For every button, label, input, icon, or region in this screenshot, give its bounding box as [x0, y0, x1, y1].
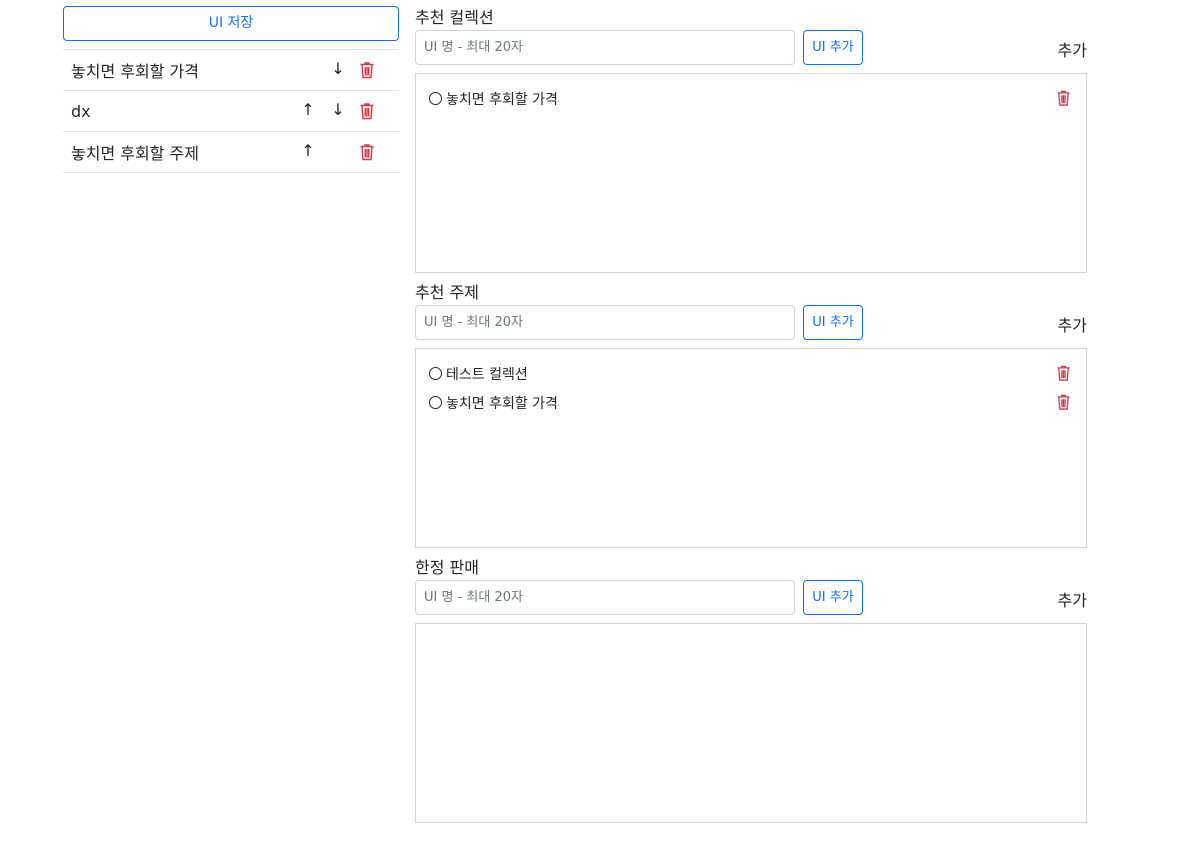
radio-button[interactable]	[429, 396, 442, 409]
section-title: 추천 컬렉션	[415, 8, 494, 27]
ui-list: 놓치면 후회할 가격 ↓ dx ↑ ↓ 놓치면 후회할 주제 ↑	[63, 49, 399, 173]
trash-icon[interactable]	[1056, 393, 1071, 411]
trash-icon[interactable]	[1056, 89, 1071, 107]
add-ui-button[interactable]: UI 추가	[803, 580, 863, 615]
trash-icon[interactable]	[359, 61, 375, 79]
arrow-down-icon[interactable]: ↓	[330, 59, 346, 78]
ui-list-item-label: 놓치면 후회할 주제	[71, 144, 199, 163]
ui-list-item-label: 놓치면 후회할 가격	[71, 62, 199, 81]
ui-list-item: 놓치면 후회할 가격 ↓	[63, 50, 399, 91]
ui-name-input[interactable]	[415, 30, 795, 65]
list-item: 놓치면 후회할 가격	[416, 388, 1086, 417]
arrow-up-icon[interactable]: ↑	[300, 100, 316, 119]
ui-order-panel: UI 저장 놓치면 후회할 가격 ↓ dx ↑ ↓ 놓치면 후회할 주제 ↑	[63, 6, 399, 173]
add-ui-button[interactable]: UI 추가	[803, 30, 863, 65]
ui-name-input[interactable]	[415, 580, 795, 615]
add-button[interactable]: 추가	[1058, 37, 1087, 61]
ui-name-input[interactable]	[415, 305, 795, 340]
trash-icon[interactable]	[359, 102, 375, 120]
arrow-down-icon[interactable]: ↓	[330, 100, 346, 119]
radio-button[interactable]	[429, 92, 442, 105]
trash-icon[interactable]	[1056, 364, 1071, 382]
ui-list-item: 놓치면 후회할 주제 ↑	[63, 132, 399, 173]
input-row: UI 추가 추가	[415, 580, 1087, 615]
list-item-label: 테스트 컬렉션	[446, 366, 528, 383]
radio-button[interactable]	[429, 367, 442, 380]
section-title: 한정 판매	[415, 558, 479, 577]
item-list-box: 놓치면 후회할 가격	[415, 73, 1087, 273]
list-item-label: 놓치면 후회할 가격	[446, 395, 558, 412]
list-item-label: 놓치면 후회할 가격	[446, 91, 558, 108]
add-button[interactable]: 추가	[1058, 587, 1087, 611]
list-item: 놓치면 후회할 가격	[416, 84, 1086, 113]
input-row: UI 추가 추가	[415, 305, 1087, 340]
section-limited-sale: 한정 판매 UI 추가 추가	[415, 556, 1087, 823]
list-item: 테스트 컬렉션	[416, 359, 1086, 388]
item-list-box: 테스트 컬렉션 놓치면 후회할 가격	[415, 348, 1087, 548]
save-ui-button[interactable]: UI 저장	[63, 6, 399, 41]
item-list-box	[415, 623, 1087, 823]
ui-list-item-label: dx	[71, 101, 91, 121]
add-ui-button[interactable]: UI 추가	[803, 305, 863, 340]
section-title: 추천 주제	[415, 283, 479, 302]
section-recommended-topic: 추천 주제 UI 추가 추가 테스트 컬렉션 놓치면 후회할 가격	[415, 281, 1087, 548]
trash-icon[interactable]	[359, 143, 375, 161]
arrow-up-icon[interactable]: ↑	[300, 141, 316, 160]
add-button[interactable]: 추가	[1058, 312, 1087, 336]
ui-list-item: dx ↑ ↓	[63, 91, 399, 132]
input-row: UI 추가 추가	[415, 30, 1087, 65]
section-recommended-collection: 추천 컬렉션 UI 추가 추가 놓치면 후회할 가격	[415, 6, 1087, 273]
